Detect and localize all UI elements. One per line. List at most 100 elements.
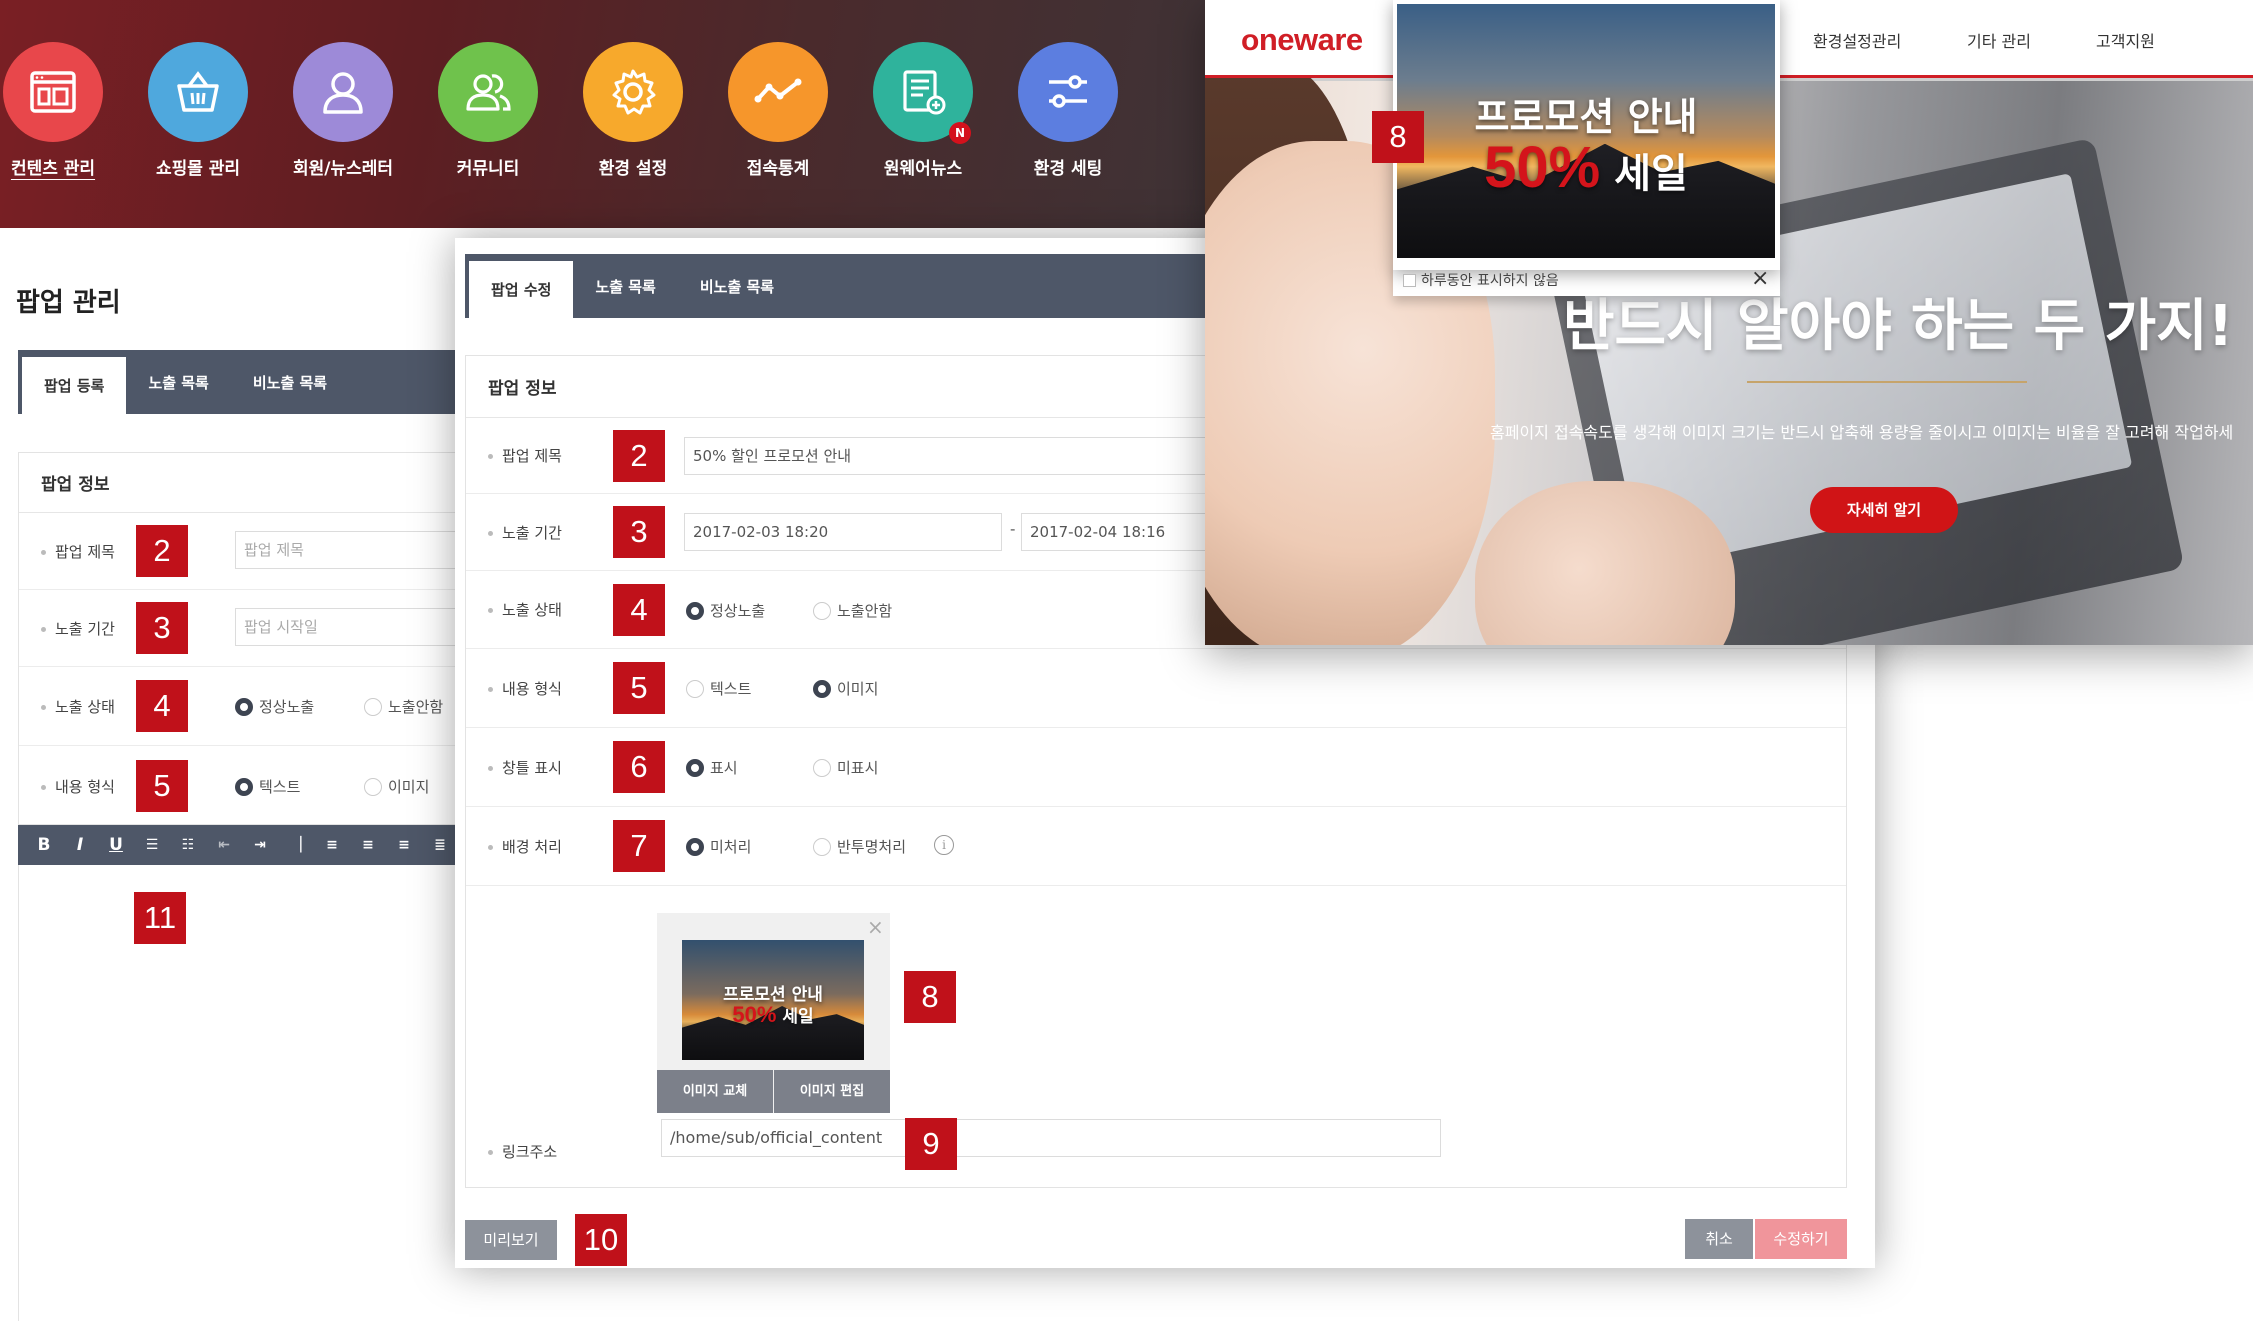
row-label: 팝업 제목: [41, 541, 115, 562]
row-label: 내용 형식: [488, 678, 562, 699]
site-nav-settings[interactable]: 환경설정관리: [1813, 28, 1901, 52]
align-justify-icon[interactable]: ≣: [422, 837, 458, 853]
nav-item-community[interactable]: 커뮤니티: [428, 42, 548, 179]
row-label: 노출 기간: [41, 618, 115, 639]
tab-popup-edit[interactable]: 팝업 수정: [469, 258, 574, 318]
align-right-icon[interactable]: ≡: [386, 837, 422, 853]
row-label: 배경 처리: [488, 836, 562, 857]
close-icon[interactable]: ×: [867, 915, 884, 939]
site-nav-etc[interactable]: 기타 관리: [1967, 28, 2031, 52]
editor-toolbar: B I U ☰ ☷ ⇤ ⇥ ▕ ≡ ≡ ≡ ≣: [18, 825, 458, 865]
underline-button[interactable]: U: [98, 835, 134, 855]
marker-7: 7: [613, 820, 665, 872]
row-label: 팝업 제목: [488, 445, 562, 466]
radio-image-format[interactable]: 이미지: [813, 678, 878, 699]
close-icon[interactable]: ×: [1751, 266, 1769, 291]
nav-item-member[interactable]: 회원/뉴스레터: [283, 42, 403, 179]
bold-button[interactable]: B: [26, 835, 62, 855]
radio-text-format[interactable]: 텍스트: [686, 678, 751, 699]
start-date-input[interactable]: 2017-02-03 18:20: [684, 513, 1002, 551]
save-button[interactable]: 수정하기: [1755, 1219, 1847, 1259]
align-left-icon[interactable]: ≡: [314, 837, 350, 853]
marker-8: 8: [904, 971, 956, 1023]
learn-more-button[interactable]: 자세히 알기: [1810, 487, 1958, 533]
marker-5: 5: [613, 662, 665, 714]
nav-item-stats[interactable]: 접속통계: [718, 42, 838, 179]
nav-item-shop[interactable]: 쇼핑몰 관리: [138, 42, 258, 179]
row-label: 링크주소: [488, 1141, 557, 1162]
preview-button[interactable]: 미리보기: [465, 1220, 557, 1260]
link-url-input[interactable]: /home/sub/official_content: [661, 1119, 1441, 1157]
nav-label: 접속통계: [746, 159, 810, 179]
marker-8: 8: [1372, 111, 1424, 163]
nav-item-environment[interactable]: 환경 세팅: [1008, 42, 1128, 179]
marker-6: 6: [613, 741, 665, 793]
nav-item-news[interactable]: N 원웨어뉴스: [863, 42, 983, 179]
hero-hand: [1475, 481, 1735, 645]
stats-icon: [728, 42, 828, 142]
nav-item-content[interactable]: 컨텐츠 관리: [0, 42, 113, 179]
section-title: 팝업 정보: [19, 453, 458, 513]
back-row-status: 노출 상태 4 정상노출 노출안함: [19, 667, 458, 746]
bullet-list-icon[interactable]: ☷: [170, 837, 206, 853]
radio-no-exposure[interactable]: 노출안함: [813, 600, 892, 621]
row-background: 배경 처리 7 미처리 반투명처리 i: [466, 807, 1846, 886]
promo-popup-image[interactable]: 프로모션 안내 50% 세일: [1397, 4, 1775, 258]
ordered-list-icon[interactable]: ☰: [134, 837, 170, 853]
nav-item-settings[interactable]: 환경 설정: [573, 42, 693, 179]
hide-today-checkbox[interactable]: 하루동안 표시하지 않음: [1403, 270, 1559, 290]
marker-3: 3: [136, 602, 188, 654]
info-icon[interactable]: i: [934, 835, 954, 855]
blockquote-icon[interactable]: ▕: [278, 837, 314, 853]
site-nav-support[interactable]: 고객지원: [2096, 28, 2155, 52]
nav-label: 컨텐츠 관리: [10, 159, 96, 179]
replace-image-button[interactable]: 이미지 교체: [657, 1070, 773, 1113]
radio-show-frame[interactable]: 표시: [686, 757, 738, 778]
back-form: 팝업 정보 팝업 제목 2 팝업 제목 노출 기간 3 팝업 시작일 노출 상태…: [18, 452, 465, 825]
promo-sale: 50% 세일: [732, 1002, 814, 1027]
tab-exposed-list[interactable]: 노출 목록: [573, 254, 677, 318]
nav-label: 쇼핑몰 관리: [155, 159, 241, 179]
cancel-button[interactable]: 취소: [1685, 1219, 1753, 1259]
oneware-logo[interactable]: oneware: [1241, 22, 1363, 58]
edit-image-button[interactable]: 이미지 편집: [774, 1070, 890, 1113]
italic-button[interactable]: I: [62, 835, 98, 855]
promo-title: 프로모션 안내: [1474, 95, 1698, 139]
marker-2: 2: [136, 525, 188, 577]
editor-border: [18, 865, 19, 1321]
align-center-icon[interactable]: ≡: [350, 837, 386, 853]
radio-normal-exposure[interactable]: 정상노출: [235, 696, 314, 717]
tab-popup-register[interactable]: 팝업 등록: [22, 354, 127, 414]
tab-hidden-list[interactable]: 비노출 목록: [231, 350, 349, 414]
marker-9: 9: [905, 1118, 957, 1170]
date-separator: -: [1010, 520, 1016, 538]
tab-exposed-list[interactable]: 노출 목록: [126, 350, 230, 414]
radio-normal-exposure[interactable]: 정상노출: [686, 600, 765, 621]
row-window-frame: 창틀 표시 6 표시 미표시: [466, 728, 1846, 807]
radio-no-processing[interactable]: 미처리: [686, 836, 751, 857]
row-format: 내용 형식 5 텍스트 이미지: [466, 649, 1846, 728]
back-title-input[interactable]: 팝업 제목: [235, 531, 465, 569]
news-icon: N: [873, 42, 973, 144]
promo-popup: 프로모션 안내 50% 세일 하루동안 표시하지 않음 ×: [1393, 0, 1780, 291]
hero-subtitle: 홈페이지 접속속도를 생각해 이미지 크기는 반드시 압축해 용량을 줄이시고 …: [1490, 423, 2234, 442]
radio-hide-frame[interactable]: 미표시: [813, 757, 878, 778]
indent-icon[interactable]: ⇥: [242, 837, 278, 853]
back-row-period: 노출 기간 3 팝업 시작일: [19, 590, 465, 667]
radio-image-format[interactable]: 이미지: [364, 776, 429, 797]
nav-label: 환경 세팅: [1033, 159, 1103, 179]
radio-no-exposure[interactable]: 노출안함: [364, 696, 443, 717]
back-start-date-input[interactable]: 팝업 시작일: [235, 608, 465, 646]
radio-translucent[interactable]: 반투명처리: [813, 836, 906, 857]
row-label: 노출 상태: [41, 696, 115, 717]
image-thumbnail-card: × 프로모션 안내 50% 세일 이미지 교체 이미지 편집: [657, 913, 890, 1113]
marker-4: 4: [136, 680, 188, 732]
radio-text-format[interactable]: 텍스트: [235, 776, 300, 797]
nav-label: 원웨어뉴스: [883, 159, 963, 179]
outdent-icon[interactable]: ⇤: [206, 837, 242, 853]
marker-2: 2: [613, 430, 665, 482]
back-row-title: 팝업 제목 2 팝업 제목: [19, 513, 465, 590]
new-badge: N: [949, 122, 971, 144]
tab-hidden-list[interactable]: 비노출 목록: [678, 254, 796, 318]
hero-divider: [1747, 381, 2027, 383]
